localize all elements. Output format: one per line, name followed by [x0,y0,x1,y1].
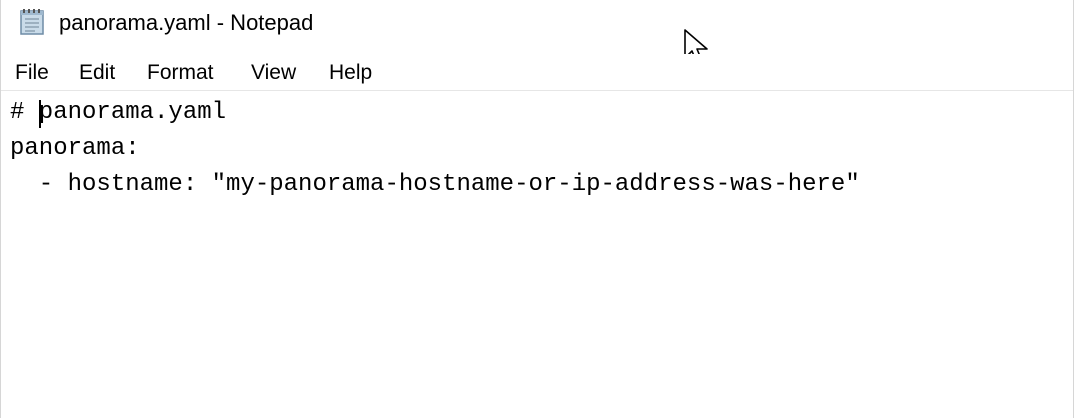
menu-format[interactable]: Format [147,60,214,86]
editor-line: panorama: [10,135,140,162]
menu-file[interactable]: File [15,60,49,86]
notepad-icon [20,9,44,35]
text-editor[interactable]: # panorama.yaml panorama: - hostname: "m… [1,91,1073,418]
title-bar: panorama.yaml - Notepad [1,0,1073,48]
window-title: panorama.yaml - Notepad [59,10,314,35]
notepad-window: panorama.yaml - Notepad File Edit Format… [0,0,1074,418]
menu-help[interactable]: Help [329,60,372,86]
menu-view[interactable]: View [251,60,296,86]
menu-edit[interactable]: Edit [79,60,115,86]
menu-bar: File Edit Format View Help [1,54,1073,90]
text-caret [39,100,41,128]
editor-line: - hostname: "my-panorama-hostname-or-ip-… [10,171,860,198]
editor-line: # panorama.yaml [10,99,227,126]
